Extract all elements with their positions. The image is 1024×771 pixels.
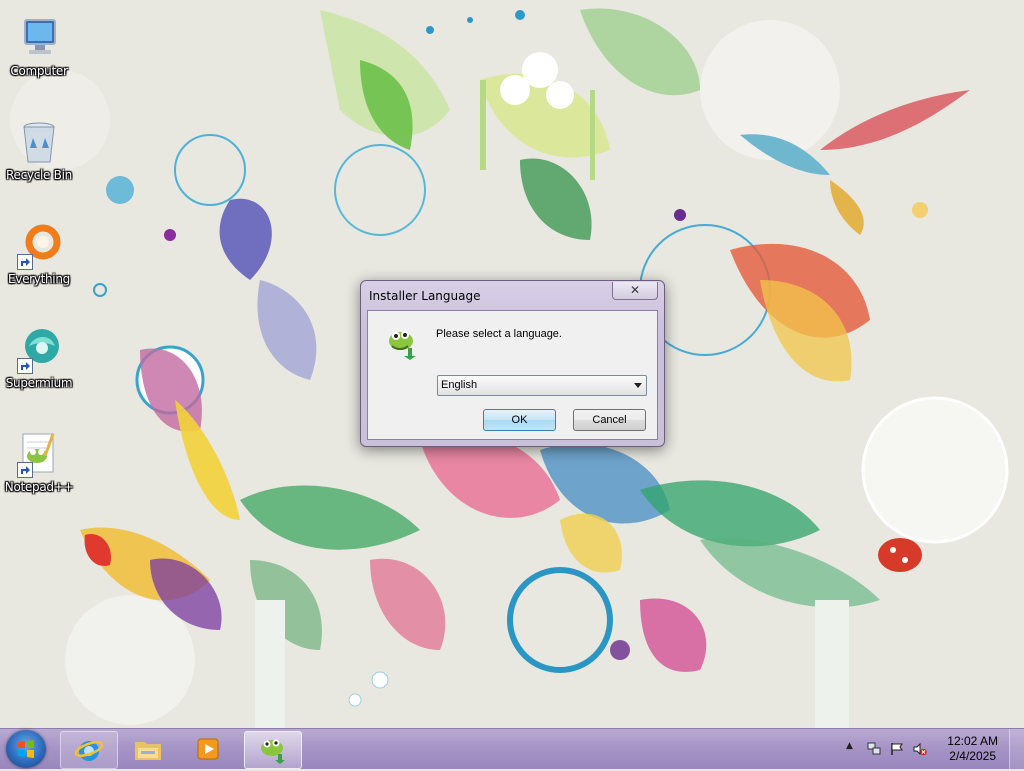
- shortcut-arrow-icon: [17, 462, 33, 478]
- everything-search-icon: [15, 222, 63, 270]
- close-button[interactable]: ✕: [612, 282, 658, 300]
- desktop-icon-label: Notepad++: [4, 480, 74, 494]
- network-icon[interactable]: [867, 742, 881, 756]
- desktop-icon-label: Supermium: [5, 376, 73, 390]
- show-hidden-icons-button[interactable]: ▲: [846, 741, 860, 755]
- start-button[interactable]: [6, 730, 46, 768]
- taskbar-notepad-plus-plus-installer[interactable]: [244, 731, 302, 769]
- language-prompt: Please select a language.: [436, 328, 562, 340]
- desktop-icon-label: Everything: [8, 272, 70, 286]
- installer-chameleon-icon: [386, 326, 420, 360]
- action-center-flag-icon[interactable]: [890, 742, 904, 756]
- volume-muted-icon[interactable]: [913, 742, 927, 756]
- desktop-icon-notepad-plus-plus[interactable]: Notepad++: [4, 422, 74, 514]
- taskbar-internet-explorer[interactable]: [60, 731, 118, 769]
- internet-explorer-icon: [74, 735, 104, 765]
- desktop-icon-everything[interactable]: Everything: [4, 214, 74, 306]
- cancel-button[interactable]: Cancel: [573, 409, 646, 431]
- system-clock[interactable]: 12:02 AM 2/4/2025: [947, 734, 998, 764]
- dialog-client-area: Please select a language. English OK Can…: [367, 310, 658, 440]
- desktop-icon-recycle-bin[interactable]: Recycle Bin: [4, 110, 74, 202]
- installer-language-dialog: Installer Language ✕ Please select a lan…: [360, 280, 665, 447]
- taskbar-media-player[interactable]: [180, 731, 236, 767]
- file-explorer-icon: [133, 734, 163, 764]
- shortcut-arrow-icon: [17, 358, 33, 374]
- windows-logo-icon: [18, 740, 34, 758]
- ok-button[interactable]: OK: [483, 409, 556, 431]
- clock-date: 2/4/2025: [949, 749, 996, 763]
- language-selected-value: English: [441, 379, 478, 391]
- desktop-icon-computer[interactable]: Computer: [4, 6, 74, 98]
- media-player-icon: [193, 734, 223, 764]
- notepad-plus-plus-installer-icon: [258, 735, 288, 765]
- show-desktop-button[interactable]: [1009, 729, 1024, 769]
- notepad-plus-plus-icon: [15, 430, 63, 478]
- taskbar-file-explorer[interactable]: [120, 731, 176, 767]
- taskbar: ▲ 12:02 AM 2/4/2025: [0, 728, 1024, 769]
- shortcut-arrow-icon: [17, 254, 33, 270]
- desktop-icon-label: Computer: [10, 64, 68, 78]
- computer-icon: [15, 14, 63, 62]
- supermium-browser-icon: [15, 326, 63, 374]
- dialog-title: Installer Language: [369, 289, 481, 303]
- clock-time: 12:02 AM: [947, 734, 998, 748]
- language-dropdown[interactable]: English: [437, 375, 647, 396]
- desktop-icon-supermium[interactable]: Supermium: [4, 318, 74, 410]
- recycle-bin-icon: [15, 118, 63, 166]
- desktop-icon-label: Recycle Bin: [6, 168, 72, 182]
- close-icon: ✕: [629, 283, 641, 297]
- chevron-down-icon: [634, 383, 642, 388]
